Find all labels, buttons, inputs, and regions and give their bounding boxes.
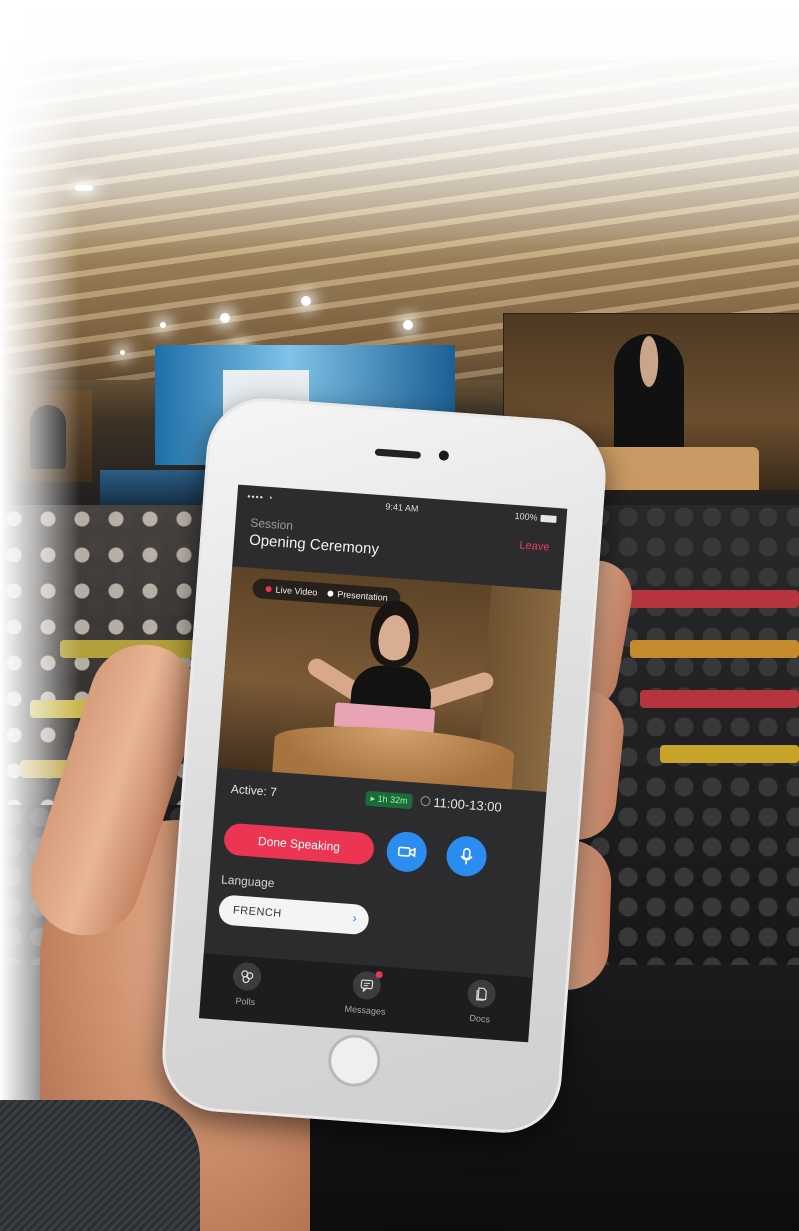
bottom-navigation: Polls Messages Docs (199, 953, 533, 1043)
duration-badge: ▸ 1h 32m (365, 790, 414, 810)
nav-label: Polls (235, 995, 256, 1008)
projected-speaker (614, 334, 684, 459)
seat-row (630, 640, 799, 658)
tab-live-video[interactable]: Live Video (260, 584, 322, 599)
projected-podium (589, 447, 759, 490)
battery-icon (540, 514, 557, 524)
nav-item-polls[interactable]: Polls (204, 960, 288, 1022)
stage-light (403, 320, 413, 330)
language-label: Language (220, 872, 275, 891)
polls-icon (241, 970, 254, 984)
done-speaking-button[interactable]: Done Speaking (223, 822, 375, 866)
home-button[interactable] (326, 1032, 383, 1089)
microphone-toggle-button[interactable] (445, 834, 488, 878)
nav-icon-circle (351, 970, 383, 1001)
nav-item-docs[interactable]: Docs (439, 977, 523, 1039)
nav-label: Docs (469, 1012, 491, 1025)
messages-icon (360, 979, 374, 993)
app-screen: •••• ◔ 9:41 AM 100% Session Opening Cere… (199, 484, 568, 1043)
presentation-dot-icon (327, 590, 334, 597)
front-camera (438, 450, 450, 461)
language-value: FRENCH (232, 904, 283, 920)
smartphone: •••• ◔ 9:41 AM 100% Session Opening Cere… (158, 394, 610, 1137)
earpiece (374, 448, 422, 459)
session-title: Opening Ceremony (248, 531, 380, 559)
session-label: Session (249, 515, 294, 533)
ceiling-fade (0, 0, 799, 260)
clock-icon (420, 795, 431, 807)
stage-light (160, 322, 166, 328)
leave-button[interactable]: Leave (519, 539, 550, 553)
live-dot-icon (265, 585, 272, 593)
tab-presentation[interactable]: Presentation (322, 588, 393, 603)
stage-light (301, 296, 311, 306)
seat-row (660, 745, 799, 763)
camera-toggle-button[interactable] (385, 830, 429, 874)
nav-item-messages[interactable]: Messages (324, 968, 408, 1030)
sleeve (0, 1100, 200, 1231)
nav-icon-circle (466, 978, 497, 1009)
tab-label: Presentation (336, 589, 389, 603)
video-camera-icon (397, 846, 416, 858)
session-time-range: 11:00-13:00 (432, 794, 503, 815)
nav-label: Messages (344, 1003, 386, 1017)
chevron-right-icon: › (351, 910, 358, 926)
stage-light (120, 350, 125, 355)
video-mode-tabs: Live Video Presentation (251, 577, 402, 609)
stage-light (220, 313, 230, 323)
live-video-view[interactable]: Live Video Presentation (217, 566, 562, 792)
microphone-icon (460, 848, 473, 865)
tab-label: Live Video (275, 584, 318, 598)
language-select[interactable]: FRENCH › (217, 894, 370, 936)
docs-icon (475, 987, 487, 1002)
battery-percent: 100% (514, 510, 538, 523)
seat-row (640, 690, 799, 708)
active-count: Active: 7 (230, 781, 278, 800)
nav-icon-circle (232, 961, 263, 992)
battery-indicator: 100% (514, 511, 557, 524)
unread-badge (375, 970, 383, 979)
